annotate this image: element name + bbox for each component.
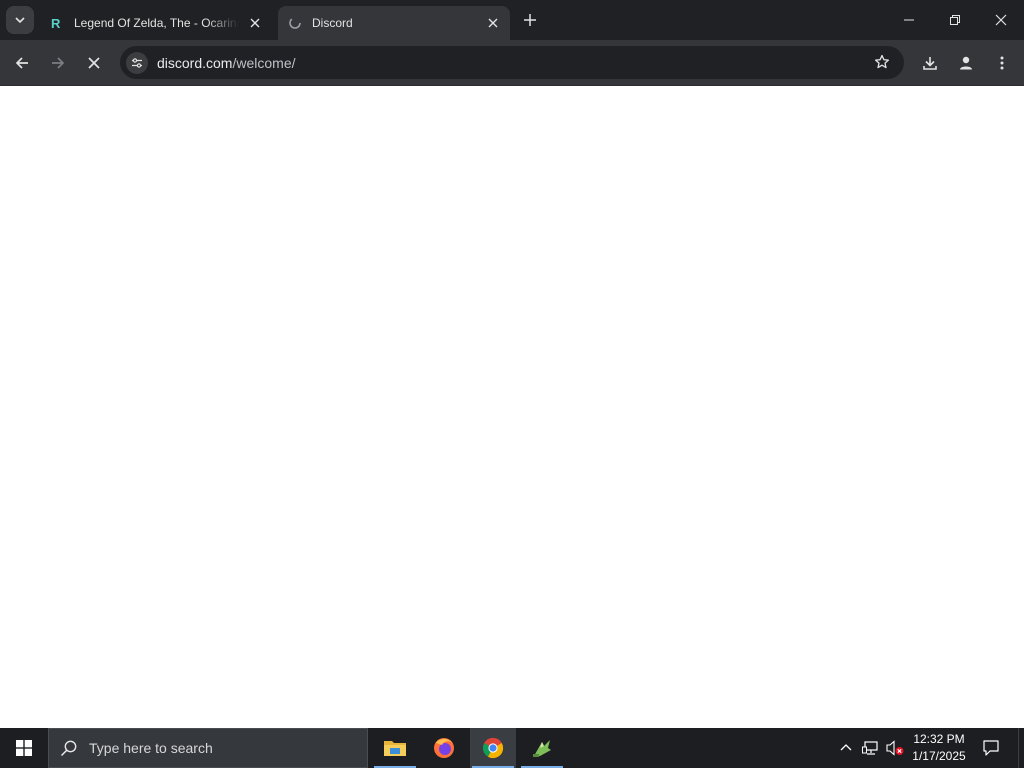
close-tab-icon[interactable] <box>483 13 503 33</box>
volume-muted-icon[interactable] <box>885 738 905 758</box>
svg-text:R: R <box>51 16 61 30</box>
close-tab-icon[interactable] <box>245 13 265 33</box>
r-logo-icon: R <box>49 15 65 31</box>
site-info-icon[interactable] <box>126 51 148 74</box>
downloads-button[interactable] <box>916 49 944 77</box>
profile-icon <box>960 56 972 70</box>
search-icon <box>59 738 79 758</box>
tab-title: Legend Of Zelda, The - Ocarina of Time <box>74 16 239 30</box>
address-bar[interactable]: discord.com/welcome/ <box>120 46 904 79</box>
tab-search-button[interactable] <box>6 6 34 34</box>
chevron-down-icon <box>15 17 25 24</box>
url-host: discord.com <box>157 54 233 71</box>
stop-loading-icon <box>88 57 100 69</box>
page-content <box>0 87 1024 728</box>
minimize-button[interactable] <box>886 0 932 40</box>
tab-title: Discord <box>312 16 353 30</box>
chrome-icon[interactable] <box>470 728 516 768</box>
show-desktop-button[interactable] <box>1018 728 1024 768</box>
restore-button[interactable] <box>932 0 978 40</box>
kebab-menu-icon <box>1000 56 1004 70</box>
clock-time: 12:32 PM <box>913 732 965 746</box>
arrow-left-icon <box>15 57 28 69</box>
chevron-up-icon[interactable] <box>836 738 856 758</box>
taskbar-search-box[interactable]: Type here to search <box>48 728 368 768</box>
download-icon <box>923 57 937 70</box>
stop-loading-button[interactable] <box>80 49 108 77</box>
tab-strip: R Legend Of Zelda, The - Ocarina of Time… <box>0 0 1024 40</box>
plus-icon <box>524 14 536 26</box>
tab-discord[interactable]: Discord <box>278 6 510 40</box>
system-clock[interactable]: 12:32 PM 1/17/2025 <box>906 731 972 765</box>
clock-date: 1/17/2025 <box>912 749 966 763</box>
url-text: discord.com/welcome/ <box>157 55 296 71</box>
url-path: /welcome/ <box>232 54 296 71</box>
back-button[interactable] <box>8 49 36 77</box>
notifications-icon[interactable] <box>978 728 1004 768</box>
loading-spinner-icon <box>287 15 303 31</box>
restore-icon <box>950 15 960 25</box>
close-window-button[interactable] <box>978 0 1024 40</box>
browser-menu-button[interactable] <box>988 49 1016 77</box>
windows-logo-icon <box>16 740 32 756</box>
profile-button[interactable] <box>952 49 980 77</box>
start-button[interactable] <box>0 728 48 768</box>
close-icon <box>995 14 1007 26</box>
new-tab-button[interactable] <box>518 8 542 32</box>
game-app-icon[interactable] <box>519 728 565 768</box>
search-placeholder: Type here to search <box>89 740 213 756</box>
taskbar: Type here to search 12:32 PM 1/17/2025 <box>0 728 1024 768</box>
network-icon[interactable] <box>861 738 881 758</box>
file-explorer-icon[interactable] <box>372 728 418 768</box>
browser-toolbar: discord.com/welcome/ <box>0 40 1024 86</box>
tab-zelda[interactable]: R Legend Of Zelda, The - Ocarina of Time <box>40 6 272 40</box>
firefox-icon[interactable] <box>421 728 467 768</box>
forward-button[interactable] <box>44 49 72 77</box>
bookmark-star-icon[interactable] <box>872 52 892 72</box>
arrow-right-icon <box>52 57 65 69</box>
minimize-icon <box>904 19 914 21</box>
